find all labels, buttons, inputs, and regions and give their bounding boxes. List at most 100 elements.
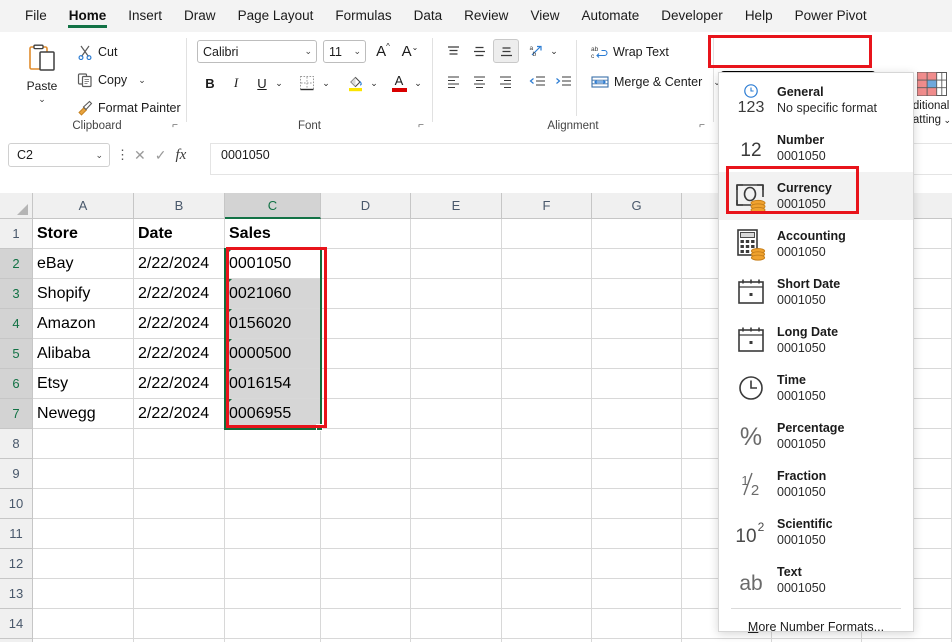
cell-G3[interactable] [592, 279, 682, 309]
cut-button[interactable]: Cut [74, 40, 120, 64]
cell-B5[interactable]: 2/22/2024 [134, 339, 225, 369]
cell-G12[interactable] [592, 549, 682, 579]
cell-E11[interactable] [411, 519, 502, 549]
tab-file[interactable]: File [14, 4, 58, 29]
cell-F1[interactable] [502, 219, 592, 249]
cell-G2[interactable] [592, 249, 682, 279]
cell-E9[interactable] [411, 459, 502, 489]
cell-B6[interactable]: 2/22/2024 [134, 369, 225, 399]
cell-F6[interactable] [502, 369, 592, 399]
cell-A14[interactable] [33, 609, 134, 639]
col-header-G[interactable]: G [592, 193, 682, 219]
dropdown-item-number[interactable]: 12 Number 0001050 [719, 124, 913, 172]
dropdown-item-scientific[interactable]: 10 2 Scientific 0001050 [719, 508, 913, 556]
increase-indent-button[interactable] [551, 70, 575, 92]
cell-E12[interactable] [411, 549, 502, 579]
cell-G8[interactable] [592, 429, 682, 459]
cell-G4[interactable] [592, 309, 682, 339]
cell-B4[interactable]: 2/22/2024 [134, 309, 225, 339]
cell-D3[interactable] [321, 279, 411, 309]
align-left-button[interactable] [441, 70, 465, 92]
dropdown-item-text[interactable]: ab Text 0001050 [719, 556, 913, 604]
cell-E6[interactable] [411, 369, 502, 399]
error-triangle-icon[interactable] [225, 249, 232, 256]
cell-B10[interactable] [134, 489, 225, 519]
row-header-6[interactable]: 6 [0, 369, 33, 399]
error-triangle-icon[interactable] [225, 309, 232, 316]
cell-A7[interactable]: Newegg [33, 399, 134, 429]
cell-D9[interactable] [321, 459, 411, 489]
tab-draw[interactable]: Draw [173, 4, 227, 29]
dropdown-item-long-date[interactable]: Long Date 0001050 [719, 316, 913, 364]
col-header-F[interactable]: F [502, 193, 592, 219]
cell-G7[interactable] [592, 399, 682, 429]
row-header-11[interactable]: 11 [0, 519, 33, 549]
cell-F10[interactable] [502, 489, 592, 519]
cell-F9[interactable] [502, 459, 592, 489]
row-header-13[interactable]: 13 [0, 579, 33, 609]
cell-B2[interactable]: 2/22/2024 [134, 249, 225, 279]
paste-caret-icon[interactable]: ⌄ [38, 94, 46, 105]
align-center-button[interactable] [467, 70, 491, 92]
cell-F5[interactable] [502, 339, 592, 369]
cell-E5[interactable] [411, 339, 502, 369]
font-size-combo[interactable]: 11 ⌄ [323, 40, 366, 63]
dropdown-item-short-date[interactable]: Short Date 0001050 [719, 268, 913, 316]
alignment-dialog-launcher[interactable]: ⌐ [699, 120, 705, 131]
cell-C7[interactable]: 0006955 [225, 399, 321, 429]
fill-handle[interactable] [316, 424, 323, 431]
insert-function-icon[interactable]: fx [175, 147, 186, 164]
fill-color-button[interactable] [343, 72, 367, 94]
clipboard-dialog-launcher[interactable]: ⌐ [172, 120, 178, 131]
align-right-button[interactable] [493, 70, 517, 92]
tab-data[interactable]: Data [403, 4, 454, 29]
cell-A3[interactable]: Shopify [33, 279, 134, 309]
cell-G6[interactable] [592, 369, 682, 399]
conditional-formatting-caret-icon[interactable]: ⌄ [941, 115, 952, 125]
bold-button[interactable]: B [199, 72, 221, 94]
cell-C2[interactable]: 0001050 [225, 249, 321, 279]
col-header-C[interactable]: C [225, 193, 321, 219]
dropdown-item-currency[interactable]: Currency 0001050 [719, 172, 913, 220]
dropdown-item-fraction[interactable]: 1 2 Fraction 0001050 [719, 460, 913, 508]
cell-E4[interactable] [411, 309, 502, 339]
dropdown-item-percentage[interactable]: % Percentage 0001050 [719, 412, 913, 460]
row-header-14[interactable]: 14 [0, 609, 33, 639]
borders-caret-icon[interactable]: ⌄ [319, 72, 333, 94]
tab-formulas[interactable]: Formulas [324, 4, 402, 29]
more-number-formats-button[interactable]: More Number Formats... [719, 609, 913, 642]
borders-button[interactable] [295, 72, 319, 94]
error-triangle-icon[interactable] [225, 279, 232, 286]
cancel-icon[interactable]: ✕ [134, 147, 146, 164]
cell-D12[interactable] [321, 549, 411, 579]
cell-C6[interactable]: 0016154 [225, 369, 321, 399]
row-header-7[interactable]: 7 [0, 399, 33, 429]
row-header-10[interactable]: 10 [0, 489, 33, 519]
row-header-2[interactable]: 2 [0, 249, 33, 279]
name-box[interactable]: C2 ⌄ [8, 143, 110, 167]
cell-C5[interactable]: 0000500 [225, 339, 321, 369]
cell-A12[interactable] [33, 549, 134, 579]
cell-B9[interactable] [134, 459, 225, 489]
cell-G1[interactable] [592, 219, 682, 249]
cell-F7[interactable] [502, 399, 592, 429]
row-header-8[interactable]: 8 [0, 429, 33, 459]
error-triangle-icon[interactable] [225, 399, 232, 406]
italic-button[interactable]: I [225, 72, 247, 94]
cell-E14[interactable] [411, 609, 502, 639]
cell-C4[interactable]: 0156020 [225, 309, 321, 339]
cell-A4[interactable]: Amazon [33, 309, 134, 339]
cell-B1[interactable]: Date [134, 219, 225, 249]
cell-D8[interactable] [321, 429, 411, 459]
paste-button[interactable]: Paste ⌄ [16, 38, 68, 122]
cell-E3[interactable] [411, 279, 502, 309]
merge-center-button[interactable]: Merge & Center ⌄ [588, 70, 724, 94]
cell-C12[interactable] [225, 549, 321, 579]
cell-G14[interactable] [592, 609, 682, 639]
cell-D6[interactable] [321, 369, 411, 399]
cell-F14[interactable] [502, 609, 592, 639]
col-header-E[interactable]: E [411, 193, 502, 219]
name-box-chevron-down-icon[interactable]: ⌄ [95, 150, 103, 161]
tab-view[interactable]: View [519, 4, 570, 29]
cell-D4[interactable] [321, 309, 411, 339]
